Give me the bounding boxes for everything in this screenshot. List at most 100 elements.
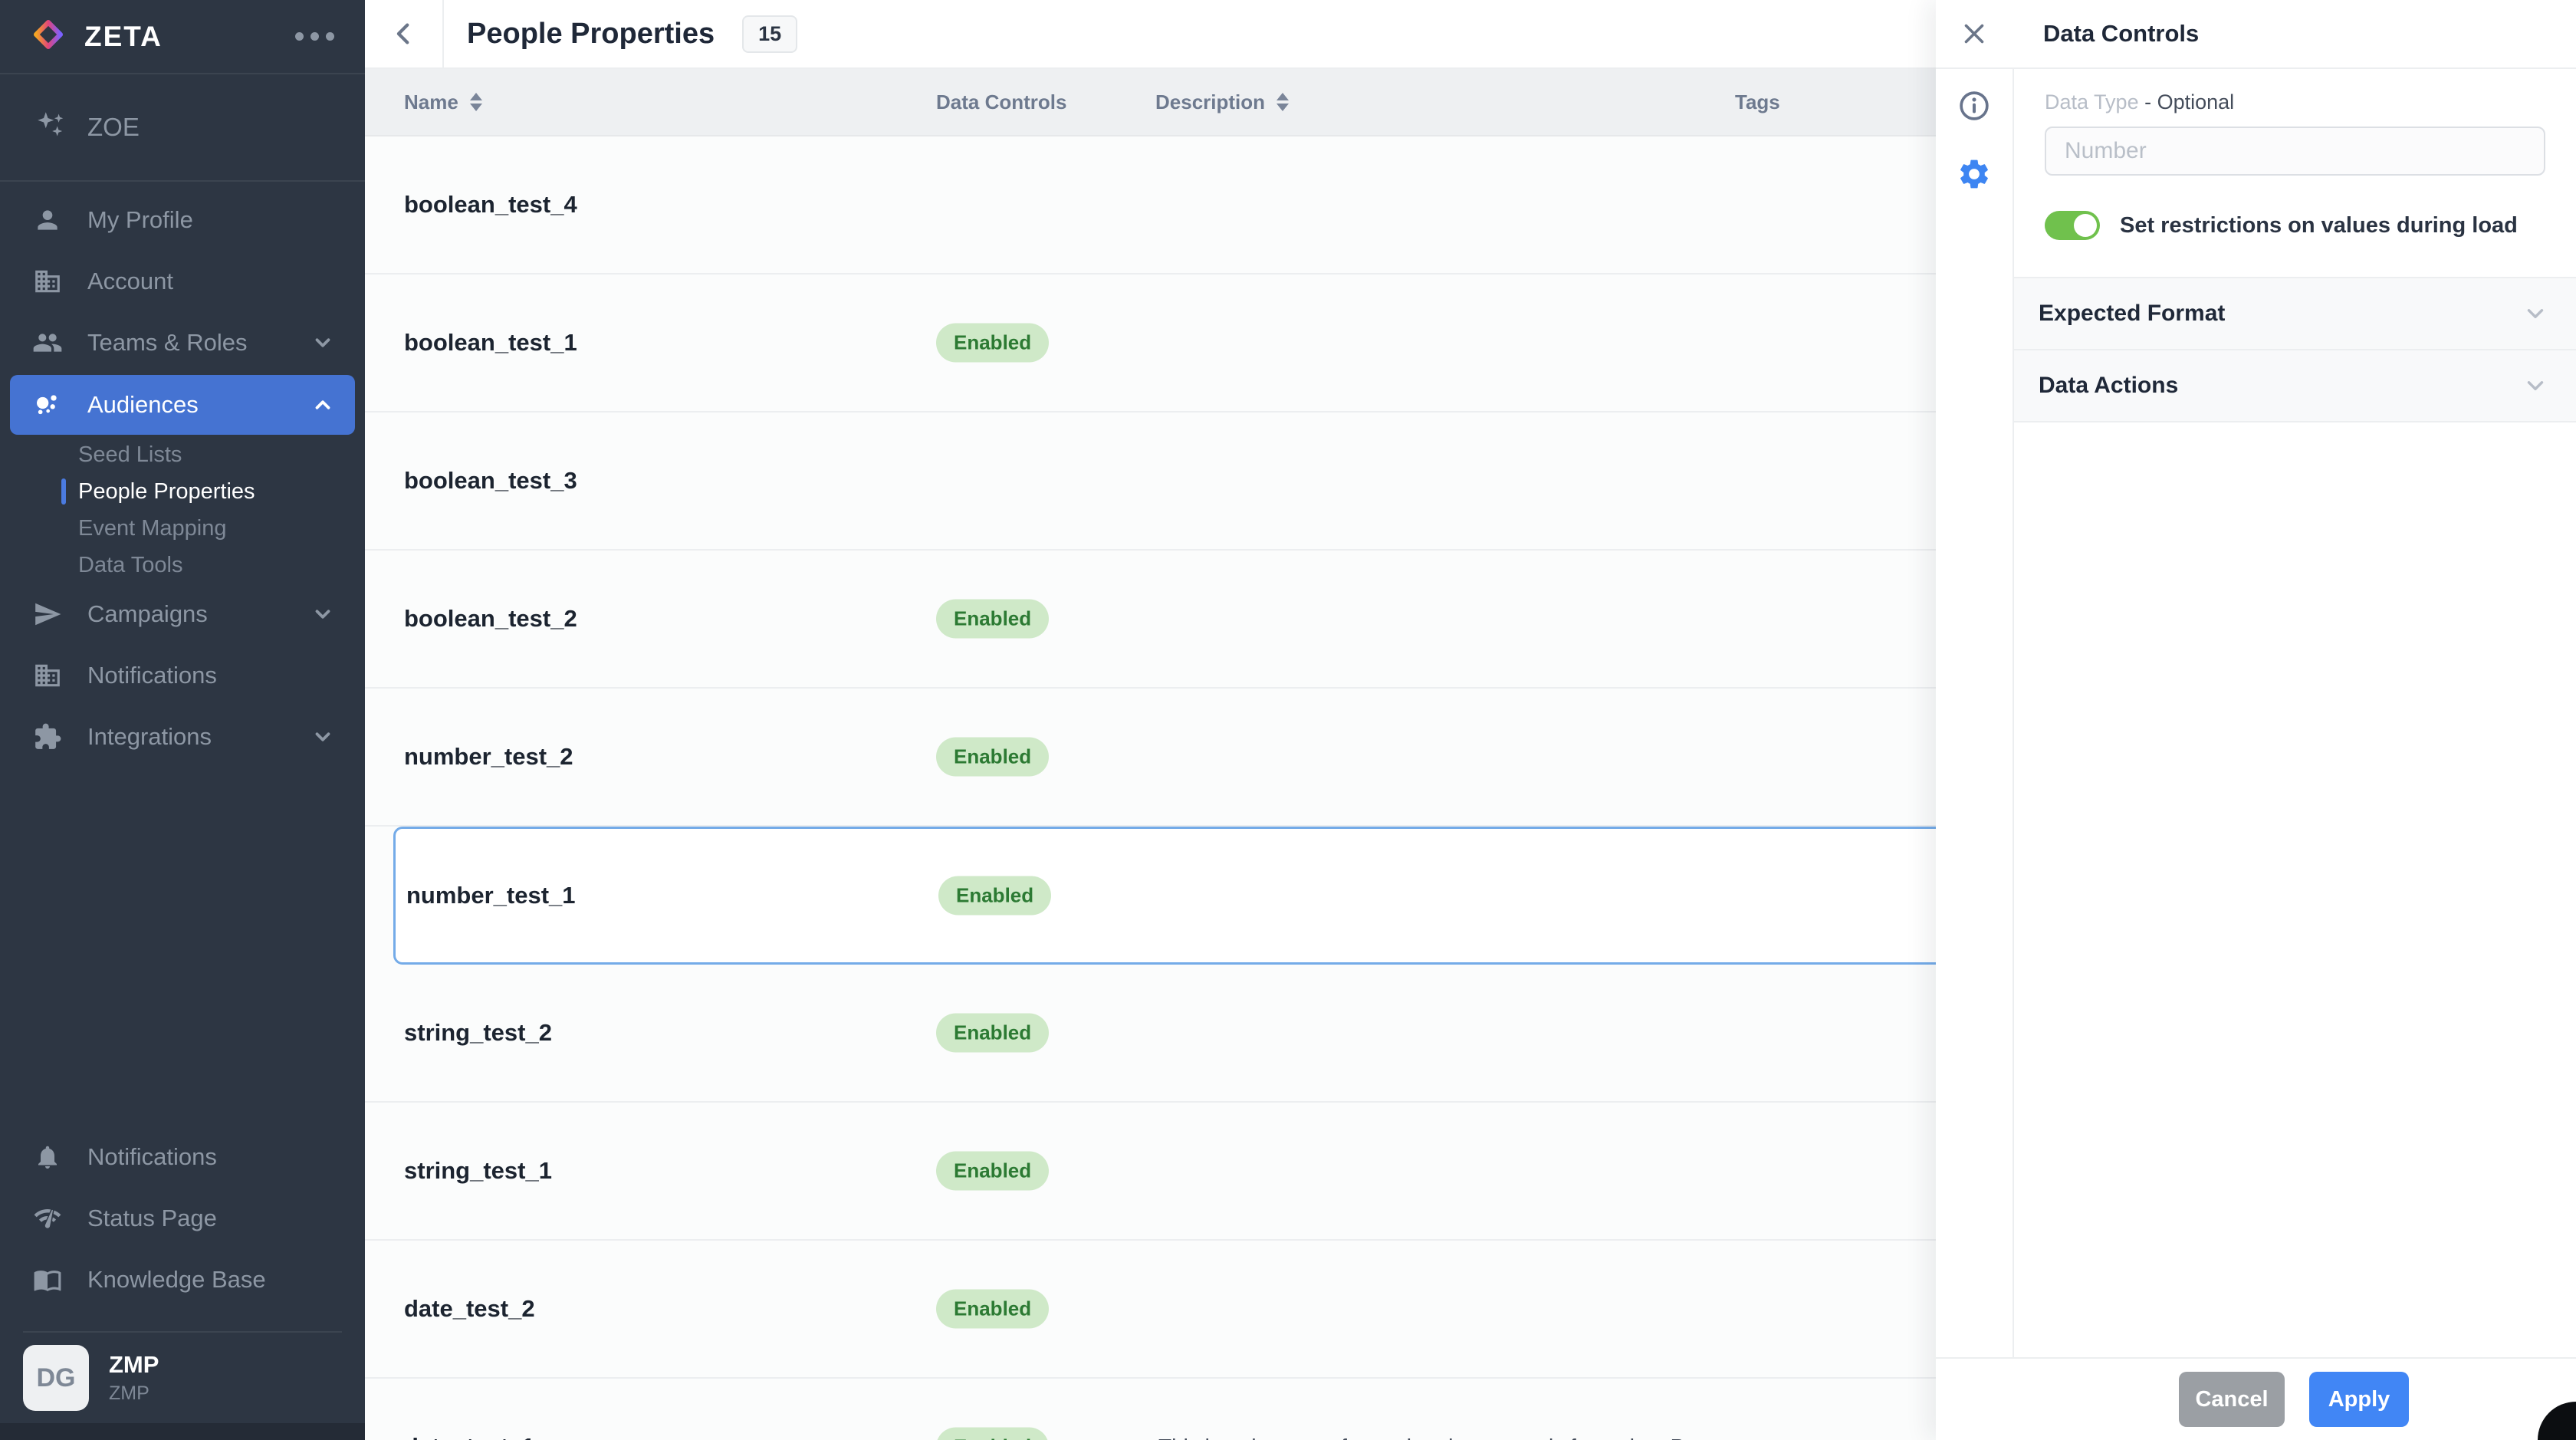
sidebar-item-status-page[interactable]: Status Page	[0, 1188, 365, 1249]
info-icon[interactable]	[1957, 89, 1991, 123]
sidebar-item-label: Event Mapping	[78, 516, 226, 541]
sidebar-item-label: Knowledge Base	[87, 1266, 266, 1294]
column-label: Description	[1155, 90, 1265, 114]
sidebar-item-label: People Properties	[78, 479, 255, 505]
data-type-label-text: Data Type	[2045, 90, 2139, 113]
sidebar-item-label: Integrations	[87, 723, 212, 751]
section-expected-format[interactable]: Expected Format	[2014, 277, 2576, 349]
status-badge: Enabled	[936, 600, 1049, 639]
close-icon[interactable]	[1936, 20, 2013, 48]
property-name: string_test_2	[404, 1019, 552, 1047]
sidebar-item-notifications-bottom[interactable]: Notifications	[0, 1126, 365, 1188]
account-switcher[interactable]: DG ZMP ZMP	[23, 1331, 342, 1411]
paper-plane-icon	[31, 600, 64, 629]
section-label: Data Actions	[2039, 373, 2178, 399]
table-row[interactable]: number_test_2 Enabled	[365, 689, 1936, 827]
status-badge: Enabled	[936, 738, 1049, 777]
sidebar-item-zoe[interactable]: ZOE	[0, 74, 365, 182]
section-label: Expected Format	[2039, 301, 2225, 327]
property-name: number_test_1	[406, 882, 576, 909]
panel-sections: Expected Format Data Actions	[2014, 277, 2576, 422]
sidebar-item-my-profile[interactable]: My Profile	[0, 189, 365, 251]
chevron-up-icon	[311, 393, 334, 416]
chevron-down-icon	[311, 331, 334, 354]
chevron-down-icon	[2522, 301, 2548, 327]
table-header: Name Data Controls Description Tags	[365, 69, 1936, 136]
sidebar-logo-row: ZETA	[0, 0, 365, 74]
sidebar-item-account[interactable]: Account	[0, 251, 365, 312]
apply-button[interactable]: Apply	[2309, 1372, 2409, 1427]
logo-text: ZETA	[84, 21, 163, 53]
signal-icon	[31, 1204, 64, 1233]
sidebar-item-label: My Profile	[87, 206, 193, 234]
status-badge: Enabled	[936, 1428, 1049, 1440]
restrictions-toggle-row: Set restrictions on values during load	[2014, 176, 2576, 240]
column-header-name[interactable]: Name	[404, 69, 482, 135]
book-icon	[31, 1265, 64, 1294]
people-icon	[31, 327, 64, 358]
property-name: date_test_2	[404, 1295, 535, 1323]
table-row[interactable]: string_test_1 Enabled	[365, 1103, 1936, 1241]
column-label: Tags	[1735, 90, 1780, 114]
puzzle-icon	[31, 722, 64, 751]
account-subtitle: ZMP	[109, 1382, 159, 1405]
column-header-description[interactable]: Description	[1155, 69, 1289, 135]
zeta-logo-icon	[31, 17, 66, 56]
property-name: boolean_test_1	[404, 329, 577, 357]
chevron-down-icon	[311, 725, 334, 748]
sidebar-item-knowledge-base[interactable]: Knowledge Base	[0, 1249, 365, 1310]
property-name: boolean_test_4	[404, 191, 577, 219]
gear-icon[interactable]	[1957, 156, 1992, 192]
sidebar-footer-nav: Notifications Status Page Knowledge Base…	[0, 1126, 365, 1440]
property-name: boolean_test_3	[404, 467, 577, 495]
panel-footer: Cancel Apply	[1936, 1357, 2576, 1440]
column-header-data-controls[interactable]: Data Controls	[936, 69, 1066, 135]
section-data-actions[interactable]: Data Actions	[2014, 349, 2576, 422]
panel-body: Data Type - Optional Set restrictions on…	[1936, 69, 2576, 1357]
account-name: ZMP	[109, 1351, 159, 1379]
table-row[interactable]: boolean_test_1 Enabled	[365, 275, 1936, 413]
back-button[interactable]	[365, 0, 444, 67]
building-icon	[31, 267, 64, 296]
sidebar-item-label: Account	[87, 268, 173, 295]
column-header-tags[interactable]: Tags	[1735, 69, 1780, 135]
sidebar-item-seed-lists[interactable]: Seed Lists	[0, 436, 365, 473]
sidebar-overflow-menu-icon[interactable]	[295, 32, 334, 41]
sidebar-item-integrations[interactable]: Integrations	[0, 706, 365, 768]
sidebar-item-campaigns[interactable]: Campaigns	[0, 584, 365, 645]
panel-header: Data Controls	[1936, 0, 2576, 69]
table-row[interactable]: number_test_1 Enabled	[393, 827, 1967, 965]
page-title: People Properties	[467, 18, 715, 51]
property-name: boolean_test_2	[404, 605, 577, 633]
data-type-input[interactable]	[2045, 127, 2545, 176]
table-row[interactable]: date_test_1 Enabled This is a date prop …	[365, 1379, 1936, 1440]
table-row[interactable]: boolean_test_2 Enabled	[365, 551, 1936, 689]
bell-icon	[31, 1143, 64, 1171]
status-badge: Enabled	[938, 876, 1051, 916]
property-description: This is a date prop for testing data con…	[1158, 1435, 1753, 1440]
sidebar-bottom-strip	[0, 1423, 365, 1440]
data-type-label: Data Type - Optional	[2045, 90, 2545, 114]
building-icon	[31, 661, 64, 690]
table-row[interactable]: boolean_test_3	[365, 413, 1936, 551]
column-label: Name	[404, 90, 458, 114]
panel-content: Data Type - Optional Set restrictions on…	[2014, 69, 2576, 1357]
sidebar-item-audiences[interactable]: Audiences	[10, 375, 355, 435]
sidebar-item-notifications[interactable]: Notifications	[0, 645, 365, 706]
sidebar-item-data-tools[interactable]: Data Tools	[0, 547, 365, 584]
sidebar-item-teams-roles[interactable]: Teams & Roles	[0, 312, 365, 373]
sidebar-item-label: Status Page	[87, 1205, 217, 1232]
sidebar-item-people-properties[interactable]: People Properties	[0, 473, 365, 510]
sidebar-item-event-mapping[interactable]: Event Mapping	[0, 510, 365, 547]
property-name: number_test_2	[404, 743, 573, 771]
data-type-optional-text: - Optional	[2144, 90, 2234, 113]
table-row[interactable]: string_test_2 Enabled	[365, 965, 1936, 1103]
sidebar-item-label: Teams & Roles	[87, 329, 247, 357]
restrictions-toggle[interactable]	[2045, 211, 2100, 240]
table-row[interactable]: boolean_test_4	[365, 136, 1936, 275]
status-badge: Enabled	[936, 1290, 1049, 1329]
sparkles-icon	[34, 109, 66, 146]
status-badge: Enabled	[936, 324, 1049, 363]
cancel-button[interactable]: Cancel	[2179, 1372, 2285, 1427]
table-row[interactable]: date_test_2 Enabled	[365, 1241, 1936, 1379]
